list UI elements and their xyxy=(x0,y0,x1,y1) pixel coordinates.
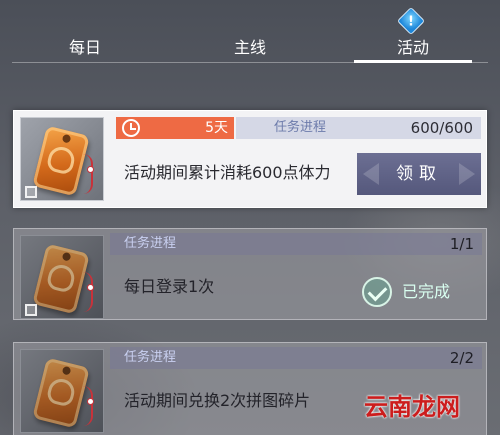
tab-event[interactable]: 活动 xyxy=(358,36,468,60)
countdown-text: 5天 xyxy=(205,120,228,136)
item-corner-mark-icon xyxy=(25,304,37,316)
progress-value: 1/1 xyxy=(449,235,474,253)
lotus-emblem-icon xyxy=(45,376,78,408)
button-left-decoration xyxy=(363,163,379,185)
task-description: 每日登录1次 xyxy=(124,277,215,296)
tab-bar: 每日 主线 活动 ! xyxy=(0,0,500,68)
task-card-claimable: 5天 任务进程 600/600 活动期间累计消耗600点体力 领取 xyxy=(13,110,487,208)
task-description: 活动期间累计消耗600点体力 xyxy=(124,163,331,182)
amulet-token-icon xyxy=(32,125,90,197)
task-reward-thumbnail[interactable] xyxy=(20,349,104,433)
check-circle-icon xyxy=(362,277,392,307)
task-description: 活动期间兑换2次拼图碎片 xyxy=(124,391,311,410)
token-bead xyxy=(87,398,94,405)
clock-icon xyxy=(122,119,140,137)
token-hole xyxy=(61,251,72,262)
lotus-emblem-icon xyxy=(45,262,78,294)
task-progress-strip: 任务进程 1/1 xyxy=(110,233,482,255)
task-card-completed: 任务进程 1/1 每日登录1次 已完成 xyxy=(13,228,487,320)
token-string xyxy=(83,386,93,426)
task-reward-thumbnail[interactable] xyxy=(20,117,104,201)
lotus-emblem-icon xyxy=(45,144,78,176)
alert-badge-text: ! xyxy=(408,14,414,30)
amulet-token-icon xyxy=(32,357,90,429)
tab-daily[interactable]: 每日 xyxy=(30,36,140,60)
completed-status-label: 已完成 xyxy=(402,282,451,301)
token-hole xyxy=(61,365,72,376)
token-string xyxy=(83,154,93,194)
progress-label: 任务进程 xyxy=(274,120,327,135)
task-progress-strip: 任务进程 2/2 xyxy=(110,347,482,369)
progress-label: 任务进程 xyxy=(124,350,177,365)
progress-value: 600/600 xyxy=(410,119,473,137)
item-corner-mark-icon xyxy=(25,186,37,198)
site-watermark: 云南龙网 xyxy=(364,392,460,421)
amulet-token-icon xyxy=(32,243,90,315)
claim-button-label: 领取 xyxy=(396,164,442,184)
active-tab-indicator xyxy=(354,60,472,63)
token-string xyxy=(83,272,93,312)
token-bead xyxy=(87,166,94,173)
claim-button[interactable]: 领取 xyxy=(357,153,481,195)
alert-icon: ! xyxy=(396,6,426,36)
token-bead xyxy=(87,284,94,291)
token-hole xyxy=(61,133,72,144)
task-progress-strip: 任务进程 600/600 xyxy=(236,117,481,139)
progress-label: 任务进程 xyxy=(124,236,177,251)
task-reward-thumbnail[interactable] xyxy=(20,235,104,319)
tab-main-story[interactable]: 主线 xyxy=(195,36,305,60)
countdown-badge: 5天 xyxy=(116,117,234,139)
button-right-decoration xyxy=(459,163,475,185)
progress-value: 2/2 xyxy=(449,349,474,367)
